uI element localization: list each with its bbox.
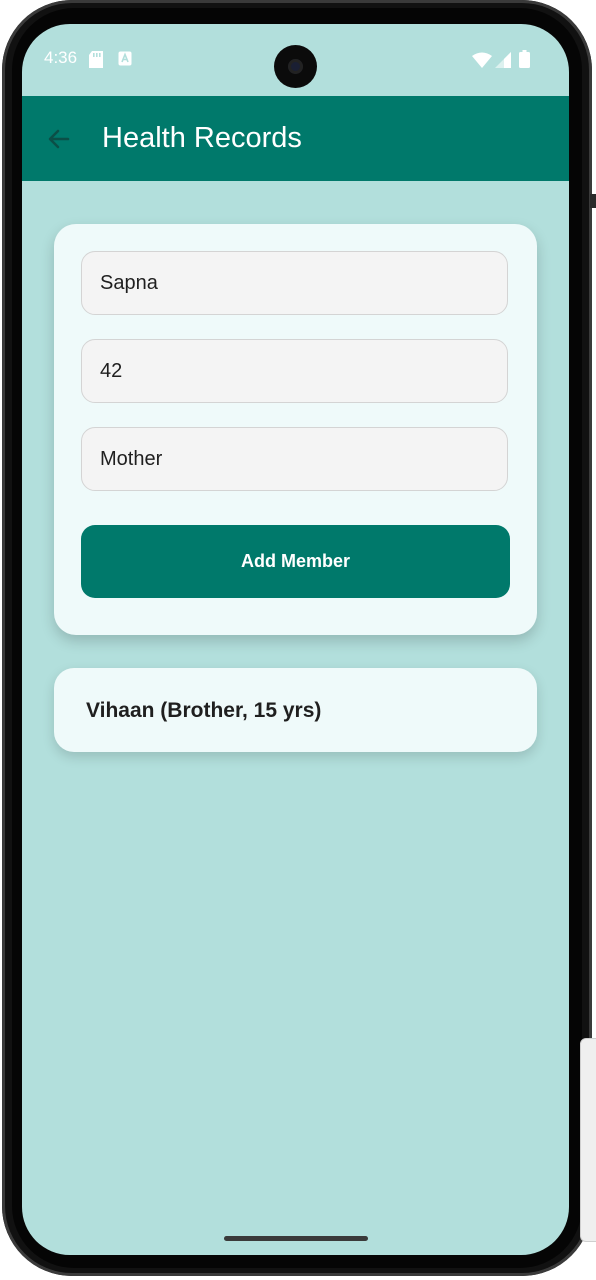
add-member-form: Sapna 42 Mother Add Member	[54, 224, 537, 635]
home-indicator[interactable]	[224, 1236, 368, 1241]
battery-icon	[519, 50, 530, 73]
app-screen: 4:36 Health Records Sapna 42 Mother Add …	[22, 24, 569, 1255]
side-button	[590, 194, 596, 208]
member-label: Vihaan (Brother, 15 yrs)	[86, 699, 322, 722]
name-input[interactable]: Sapna	[81, 251, 508, 315]
app-bar: Health Records	[22, 96, 569, 181]
page-title: Health Records	[102, 122, 302, 154]
relation-input[interactable]: Mother	[81, 427, 508, 491]
status-time: 4:36	[44, 48, 78, 67]
side-panel-handle	[580, 1038, 596, 1242]
member-list-item[interactable]: Vihaan (Brother, 15 yrs)	[54, 668, 537, 752]
age-input[interactable]: 42	[81, 339, 508, 403]
a-badge-icon	[118, 51, 132, 71]
front-camera	[274, 45, 317, 88]
wifi-icon	[472, 52, 492, 73]
sd-card-icon	[89, 51, 103, 73]
add-member-button[interactable]: Add Member	[81, 525, 510, 598]
signal-icon	[495, 52, 511, 73]
arrow-back-icon[interactable]	[44, 124, 74, 154]
status-bar: 4:36	[22, 24, 569, 96]
